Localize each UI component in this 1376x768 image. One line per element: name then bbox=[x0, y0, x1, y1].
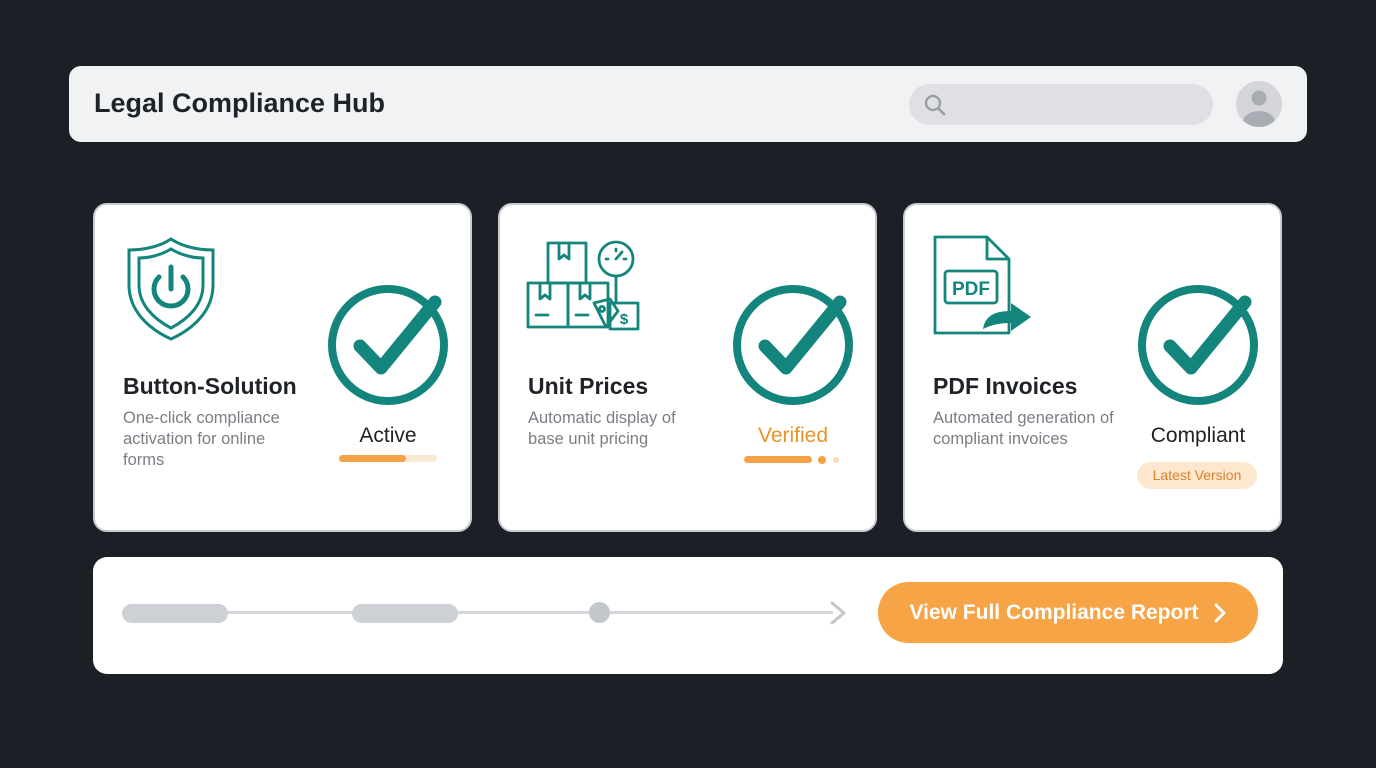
progress-bar bbox=[744, 456, 812, 463]
boxes-scale-price-icon: $ bbox=[526, 240, 640, 331]
card-description: One-click compliance activation for onli… bbox=[123, 409, 280, 469]
card-pdf-invoices[interactable]: PDF PDF Invoices Automated generation of… bbox=[903, 203, 1282, 532]
progress-dot bbox=[833, 457, 839, 463]
check-circle-icon bbox=[1138, 285, 1258, 405]
card-button-solution[interactable]: Button-Solution One-click compliance act… bbox=[93, 203, 472, 532]
search-input[interactable] bbox=[957, 84, 1201, 127]
view-report-label: View Full Compliance Report bbox=[909, 600, 1199, 624]
check-circle-icon bbox=[328, 285, 448, 405]
search-icon bbox=[924, 94, 946, 116]
card-description: Automatic display of base unit pricing bbox=[528, 409, 676, 448]
app-title: Legal Compliance Hub bbox=[94, 88, 386, 118]
progress-fill bbox=[339, 455, 406, 462]
svg-text:PDF: PDF bbox=[952, 279, 990, 300]
report-footer: View Full Compliance Report bbox=[93, 557, 1283, 674]
card-title: PDF Invoices bbox=[933, 373, 1078, 399]
version-badge: Latest Version bbox=[1137, 462, 1257, 489]
check-circle-icon bbox=[733, 285, 853, 405]
chevron-right-icon bbox=[1214, 603, 1225, 622]
view-report-button[interactable]: View Full Compliance Report bbox=[878, 582, 1258, 643]
person-icon bbox=[1243, 90, 1275, 127]
card-title: Unit Prices bbox=[528, 373, 649, 399]
arrow-right-icon bbox=[830, 601, 846, 625]
progress-dot bbox=[818, 456, 826, 464]
shield-power-icon bbox=[127, 237, 215, 341]
status-label: Verified bbox=[757, 424, 829, 447]
card-title: Button-Solution bbox=[123, 373, 297, 399]
user-avatar-icon[interactable] bbox=[1236, 81, 1282, 127]
svg-text:$: $ bbox=[620, 311, 629, 328]
progress-track bbox=[173, 611, 833, 614]
step-indicator bbox=[122, 604, 228, 623]
step-indicator bbox=[589, 602, 610, 623]
status-label: Compliant bbox=[1150, 424, 1246, 447]
step-indicator bbox=[352, 604, 458, 623]
top-bar: Legal Compliance Hub bbox=[69, 66, 1307, 142]
status-label: Active bbox=[359, 424, 417, 447]
search-box[interactable] bbox=[909, 84, 1213, 127]
card-description: Automated generation of compliant invoic… bbox=[933, 409, 1114, 448]
pdf-export-icon: PDF bbox=[933, 235, 1031, 335]
progress-bar bbox=[339, 455, 437, 462]
card-unit-prices[interactable]: $ Unit Prices Automatic display of base … bbox=[498, 203, 877, 532]
